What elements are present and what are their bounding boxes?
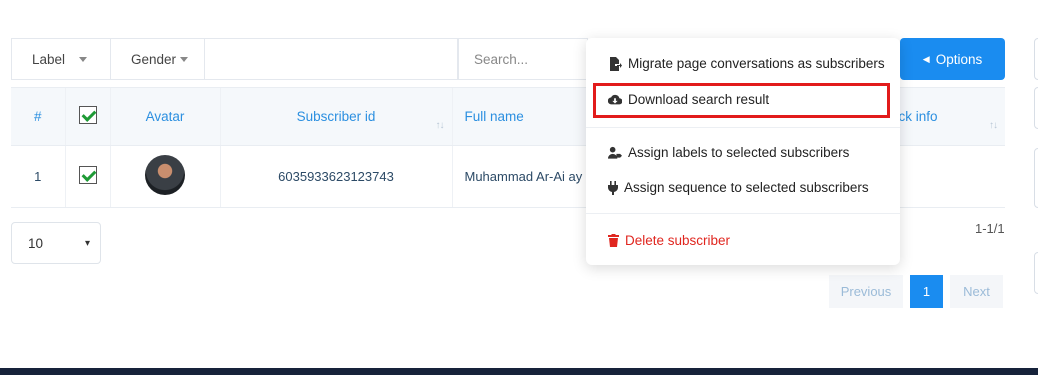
- next-page-button[interactable]: Next: [950, 275, 1003, 308]
- page-size-select[interactable]: 10 ▾: [11, 222, 101, 264]
- row-select[interactable]: [64, 145, 110, 208]
- menu-divider: [586, 213, 900, 214]
- options-dropdown-menu: Migrate page conversations as subscriber…: [586, 38, 900, 265]
- row-checkbox[interactable]: [78, 166, 97, 184]
- previous-page-button[interactable]: Previous: [829, 275, 903, 308]
- file-export-icon: [608, 56, 622, 71]
- menu-item-migrate[interactable]: Migrate page conversations as subscriber…: [608, 56, 885, 71]
- gender-filter-text: Gender: [131, 51, 177, 67]
- header-quick-info[interactable]: ick info ↑↓: [892, 87, 1005, 146]
- select-all-checkbox[interactable]: [78, 106, 97, 124]
- options-button[interactable]: ◀ Options: [900, 38, 1005, 80]
- menu-item-assign-labels[interactable]: Assign labels to selected subscribers: [608, 145, 849, 160]
- side-button-middle2[interactable]: [1034, 148, 1038, 208]
- menu-divider: [586, 127, 900, 128]
- search-input[interactable]: Search...: [458, 38, 588, 80]
- side-button-bottom[interactable]: [1034, 252, 1038, 294]
- record-count: 1-1/1: [975, 221, 1005, 236]
- page-size-value: 10: [28, 235, 44, 251]
- caret-down-icon: [180, 56, 189, 62]
- label-filter-text: Label: [32, 51, 66, 67]
- menu-item-migrate-label: Migrate page conversations as subscriber…: [628, 56, 885, 71]
- user-tag-icon: [608, 146, 622, 160]
- menu-item-download-label: Download search result: [628, 92, 770, 107]
- header-subscriber-id[interactable]: Subscriber id ↑↓: [219, 87, 452, 146]
- header-subscriber-id-label: Subscriber id: [296, 109, 376, 124]
- row-avatar-cell: [109, 145, 220, 208]
- header-quick-info-label: ick info: [895, 109, 938, 124]
- row-subscriber-id: 6035933623123743: [219, 145, 452, 208]
- menu-item-delete-label: Delete subscriber: [625, 233, 731, 248]
- trash-icon: [608, 234, 619, 248]
- menu-item-download[interactable]: Download search result: [608, 92, 769, 107]
- sort-icon: ↑↓: [435, 120, 445, 131]
- menu-item-assign-sequence[interactable]: Assign sequence to selected subscribers: [608, 180, 869, 195]
- pagination: Previous 1 Next: [829, 275, 1003, 308]
- page-1-button[interactable]: 1: [910, 275, 943, 308]
- menu-item-assign-sequence-label: Assign sequence to selected subscribers: [624, 180, 869, 195]
- filter-spacer: [205, 38, 458, 80]
- header-avatar-label: Avatar: [145, 109, 185, 124]
- header-full-name-label: Full name: [464, 109, 524, 124]
- filter-bar: Label Gender Search...: [11, 38, 588, 80]
- side-button-middle[interactable]: [1034, 87, 1038, 129]
- caret-down-icon: [79, 56, 88, 62]
- header-index: #: [11, 87, 65, 146]
- label-filter-select[interactable]: Label: [11, 38, 111, 80]
- sort-icon: ↑↓: [989, 120, 998, 131]
- menu-item-delete[interactable]: Delete subscriber: [608, 233, 730, 248]
- row-quick-info: [892, 145, 1005, 208]
- menu-item-assign-labels-label: Assign labels to selected subscribers: [628, 145, 850, 160]
- plug-icon: [608, 180, 618, 195]
- avatar: [145, 155, 185, 195]
- options-button-label: Options: [935, 51, 983, 67]
- header-select-all[interactable]: [64, 87, 110, 146]
- chevron-left-icon: ◀: [922, 53, 930, 64]
- chevron-down-icon: ▾: [84, 237, 90, 249]
- header-avatar: Avatar: [109, 87, 220, 146]
- search-placeholder: Search...: [474, 51, 529, 67]
- cloud-download-icon: [608, 93, 622, 107]
- footer-bar: [0, 368, 1038, 375]
- side-button-top[interactable]: [1034, 38, 1038, 80]
- row-index: 1: [11, 145, 65, 208]
- gender-filter-select[interactable]: Gender: [111, 38, 205, 80]
